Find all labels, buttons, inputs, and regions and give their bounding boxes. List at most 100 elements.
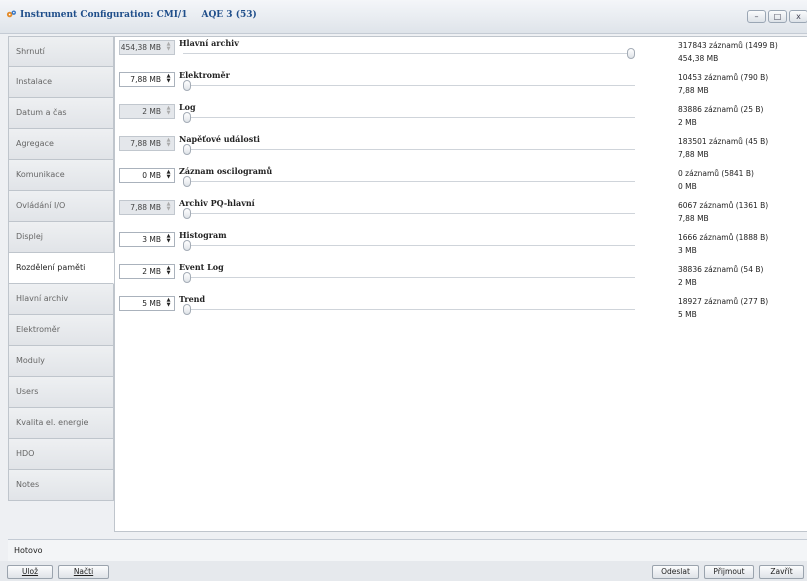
tab-kvalita-el-energie[interactable]: Kvalita el. energie <box>8 408 114 439</box>
spin-arrows-icon: ▲ ▼ <box>166 41 171 52</box>
memory-slider-track[interactable] <box>183 117 635 118</box>
tab-ovl-d-n-i-o[interactable]: Ovládání I/O <box>8 191 114 222</box>
memory-slider-track[interactable] <box>183 309 635 310</box>
memory-size-value: 2 MB <box>142 267 161 276</box>
memory-slider-track[interactable] <box>183 245 635 246</box>
memory-slider-track[interactable] <box>183 149 635 150</box>
memory-slider-track[interactable] <box>183 181 635 182</box>
memory-size-value: 7,88 MB <box>130 139 161 148</box>
memory-row: 454,38 MB ▲ ▼ Hlavní archiv 317843 záznamů (… <box>115 37 807 69</box>
memory-size-spinbox: 7,88 MB ▲ ▼ <box>119 200 175 215</box>
allocated-size: 7,88 MB <box>678 86 709 95</box>
memory-slider-handle[interactable] <box>183 144 191 155</box>
close-window-button[interactable]: x <box>789 10 807 23</box>
save-button[interactable]: Ulož <box>7 565 53 579</box>
memory-slider-track[interactable] <box>183 213 635 214</box>
memory-size-value: 454,38 MB <box>120 43 161 52</box>
tab-rozd-len-pam-ti[interactable]: Rozdělení paměti <box>8 253 114 284</box>
record-count: 183501 záznamů (45 B) <box>678 137 769 146</box>
memory-slider-track[interactable] <box>183 85 635 86</box>
record-count: 1666 záznamů (1888 B) <box>678 233 769 242</box>
memory-slider-handle[interactable] <box>183 240 191 251</box>
sidebar: Shrnutí Instalace Datum a čas Agregace Komun… <box>8 36 114 501</box>
memory-size-spinbox: 7,88 MB ▲ ▼ <box>119 136 175 151</box>
bottom-toolbar: Ulož Načti Odeslat Přijmout Zavřít <box>0 561 807 581</box>
tab-hdo[interactable]: HDO <box>8 439 114 470</box>
window-title: Instrument Configuration: CMI/1 AQE 3 (53… <box>20 10 257 20</box>
tab-komunikace[interactable]: Komunikace <box>8 160 114 191</box>
memory-slider-handle[interactable] <box>183 272 191 283</box>
close-button[interactable]: Zavřít <box>759 565 804 579</box>
allocated-size: 2 MB <box>678 278 697 287</box>
spin-arrows-icon[interactable]: ▲ ▼ <box>165 298 172 309</box>
memory-slider-handle[interactable] <box>183 112 191 123</box>
memory-slider-handle[interactable] <box>183 80 191 91</box>
memory-row: 0 MB ▲ ▼ Záznam oscilogramů 0 záznamů (5841 … <box>115 165 807 197</box>
tab-elektrom-r[interactable]: Elektroměr <box>8 315 114 346</box>
memory-size-spinbox: 454,38 MB ▲ ▼ <box>119 40 175 55</box>
spin-arrows-icon: ▲ ▼ <box>166 105 171 116</box>
tab-agregace[interactable]: Agregace <box>8 129 114 160</box>
memory-size-value: 0 MB <box>142 171 161 180</box>
memory-slider-track[interactable] <box>183 277 635 278</box>
allocated-size: 454,38 MB <box>678 54 719 63</box>
memory-row-label: Napěťové události <box>179 134 260 144</box>
record-count: 6067 záznamů (1361 B) <box>678 201 769 210</box>
save-button-label: Ulož <box>21 567 39 576</box>
allocated-size: 7,88 MB <box>678 214 709 223</box>
memory-row: 5 MB ▲ ▼ Trend 18927 záznamů (277 B) 5 MB <box>115 293 807 325</box>
record-count: 38836 záznamů (54 B) <box>678 265 764 274</box>
memory-slider-handle[interactable] <box>183 176 191 187</box>
spin-arrows-icon[interactable]: ▲ ▼ <box>165 74 172 85</box>
memory-size-spinbox[interactable]: 3 MB ▲ ▼ <box>119 232 175 247</box>
tab-notes[interactable]: Notes <box>8 470 114 501</box>
load-button-label: Načti <box>73 567 94 576</box>
memory-allocation-panel: 454,38 MB ▲ ▼ Hlavní archiv 317843 záznamů (… <box>114 36 807 532</box>
memory-size-spinbox[interactable]: 5 MB ▲ ▼ <box>119 296 175 311</box>
tab-hlavn-archiv[interactable]: Hlavní archiv <box>8 284 114 315</box>
memory-size-spinbox: 2 MB ▲ ▼ <box>119 104 175 119</box>
tab-datum-a-as[interactable]: Datum a čas <box>8 98 114 129</box>
spin-arrows-icon[interactable]: ▲ ▼ <box>165 170 172 181</box>
spin-arrows-icon: ▲ ▼ <box>166 137 171 148</box>
tab-shrnut[interactable]: Shrnutí <box>8 36 114 67</box>
title-bar: Instrument Configuration: CMI/1 AQE 3 (53… <box>0 0 807 34</box>
load-button[interactable]: Načti <box>58 565 109 579</box>
memory-size-spinbox[interactable]: 2 MB ▲ ▼ <box>119 264 175 279</box>
memory-row-label: Log <box>179 102 196 112</box>
record-count: 317843 záznamů (1499 B) <box>678 41 778 50</box>
memory-row: 7,88 MB ▲ ▼ Elektroměr 10453 záznamů (790 B)… <box>115 69 807 101</box>
receive-button[interactable]: Přijmout <box>704 565 754 579</box>
memory-row: 7,88 MB ▲ ▼ Napěťové události 183501 záznamů… <box>115 133 807 165</box>
memory-slider-track[interactable] <box>183 53 635 54</box>
allocated-size: 2 MB <box>678 118 697 127</box>
minimize-button[interactable]: – <box>747 10 766 23</box>
tab-moduly[interactable]: Moduly <box>8 346 114 377</box>
memory-row-label: Histogram <box>179 230 227 240</box>
window-controls: – □ x <box>747 10 807 23</box>
memory-size-spinbox[interactable]: 7,88 MB ▲ ▼ <box>119 72 175 87</box>
gear-icon <box>6 10 16 18</box>
record-count: 83886 záznamů (25 B) <box>678 105 764 114</box>
memory-size-value: 7,88 MB <box>130 75 161 84</box>
memory-row-label: Záznam oscilogramů <box>179 166 273 176</box>
allocated-size: 0 MB <box>678 182 697 191</box>
memory-slider-handle[interactable] <box>627 48 635 59</box>
spin-arrows-icon[interactable]: ▲ ▼ <box>165 234 172 245</box>
tab-displej[interactable]: Displej <box>8 222 114 253</box>
memory-size-spinbox[interactable]: 0 MB ▲ ▼ <box>119 168 175 183</box>
memory-row-label: Hlavní archiv <box>179 38 239 48</box>
maximize-button[interactable]: □ <box>768 10 787 23</box>
memory-slider-handle[interactable] <box>183 208 191 219</box>
tab-users[interactable]: Users <box>8 377 114 408</box>
window-title-main: Instrument Configuration: CMI/1 <box>20 10 188 20</box>
allocated-size: 7,88 MB <box>678 150 709 159</box>
status-text: Hotovo <box>14 546 43 555</box>
send-button[interactable]: Odeslat <box>652 565 699 579</box>
memory-slider-handle[interactable] <box>183 304 191 315</box>
window-title-device: AQE 3 (53) <box>201 10 257 20</box>
memory-row: 3 MB ▲ ▼ Histogram 1666 záznamů (1888 B) 3 MB <box>115 229 807 261</box>
allocated-size: 3 MB <box>678 246 697 255</box>
spin-arrows-icon[interactable]: ▲ ▼ <box>165 266 172 277</box>
tab-instalace[interactable]: Instalace <box>8 67 114 98</box>
